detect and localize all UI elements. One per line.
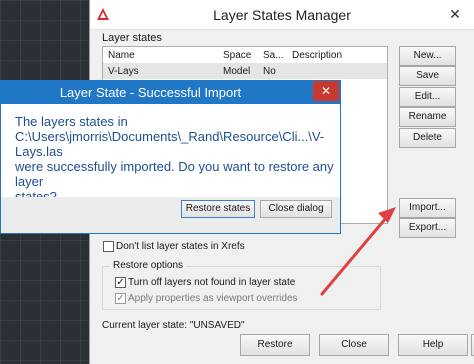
list-item-v-lays[interactable]: V-Lays Model No: [103, 64, 387, 79]
successful-import-dialog: Layer State - Successful Import ✕ The la…: [0, 80, 341, 234]
new-button[interactable]: New...: [399, 46, 456, 66]
apply-viewport-overrides-checkbox[interactable]: ✓: [115, 293, 126, 304]
message-line: The layers states in: [15, 114, 128, 129]
close-dialog-button[interactable]: Close dialog: [260, 200, 332, 218]
restore-states-button[interactable]: Restore states: [181, 200, 255, 218]
column-header-saved[interactable]: Sa...: [263, 50, 284, 61]
current-layer-state: Current layer state: "UNSAVED": [102, 320, 245, 331]
restore-button[interactable]: Restore: [240, 334, 310, 356]
layer-states-label: Layer states: [102, 32, 162, 44]
column-header-space[interactable]: Space: [223, 50, 251, 61]
popup-title-bar: Layer State - Successful Import ✕: [1, 81, 340, 104]
delete-button[interactable]: Delete: [399, 128, 456, 148]
help-button[interactable]: Help: [398, 334, 468, 356]
cell-space: Model: [223, 66, 251, 77]
xrefs-checkbox-label: Don't list layer states in Xrefs: [116, 241, 245, 252]
close-icon[interactable]: ✕: [444, 4, 466, 24]
close-icon[interactable]: ✕: [313, 81, 339, 101]
edit-button[interactable]: Edit...: [399, 87, 456, 107]
xrefs-checkbox[interactable]: [103, 241, 114, 252]
close-button[interactable]: Close: [319, 334, 389, 356]
import-message: The layers states in C:\Users\jmorris\Do…: [15, 114, 335, 204]
column-header-name[interactable]: Name: [108, 50, 135, 61]
turn-off-layers-checkbox[interactable]: ✓: [115, 277, 126, 288]
list-header: Name Space Sa... Description: [103, 47, 387, 64]
dialog-title: Layer States Manager: [213, 7, 351, 23]
popup-title: Layer State - Successful Import: [59, 85, 242, 100]
cell-name: V-Lays: [108, 66, 139, 77]
save-button[interactable]: Save: [399, 66, 456, 86]
turn-off-layers-label: Turn off layers not found in layer state: [128, 277, 296, 288]
import-button[interactable]: Import...: [399, 198, 456, 218]
column-header-description[interactable]: Description: [292, 50, 342, 61]
cell-saved: No: [263, 66, 276, 77]
message-line: were successfully imported. Do you want …: [15, 159, 334, 189]
export-button[interactable]: Export...: [399, 218, 456, 238]
rename-button[interactable]: Rename: [399, 107, 456, 127]
main-title-bar: Layer States Manager ✕: [90, 0, 474, 30]
restore-options-title: Restore options: [110, 260, 187, 271]
message-line: C:\Users\jmorris\Documents\_Rand\Resourc…: [15, 129, 325, 159]
apply-viewport-overrides-label: Apply properties as viewport overrides: [128, 293, 298, 304]
